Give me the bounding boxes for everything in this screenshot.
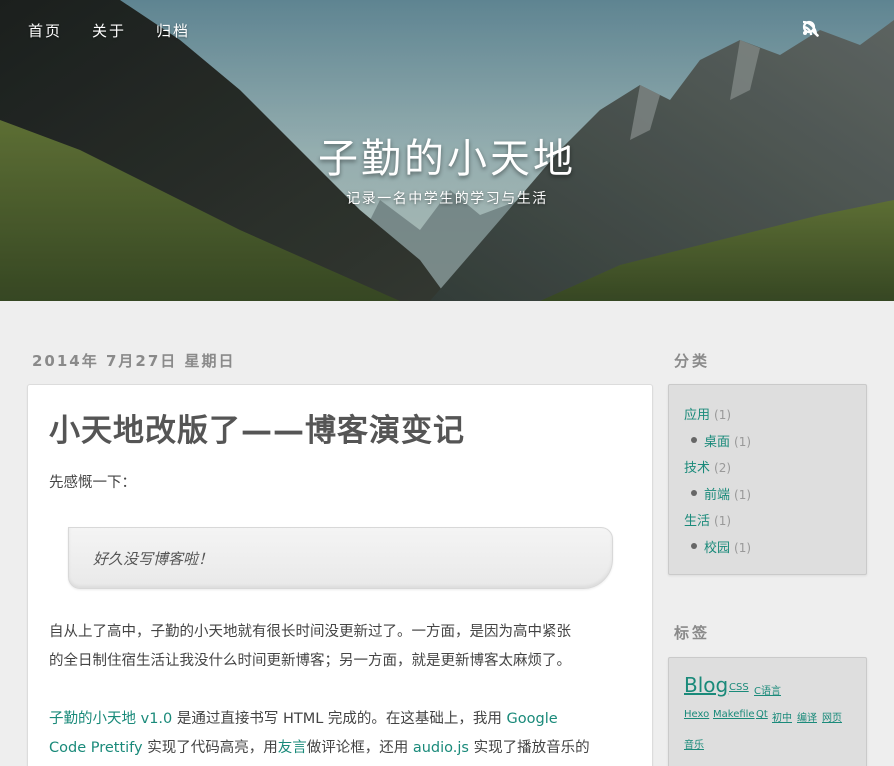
tag-junior-high[interactable]: 初中 <box>772 709 792 724</box>
tag-css[interactable]: CSS <box>729 682 749 693</box>
paragraph-1-line-1: 自从上了高中，子勤的小天地就有很长时间没更新过了。一方面，是因为高中紧张 <box>49 624 571 640</box>
nav-item-about[interactable]: 关于 <box>92 20 126 41</box>
link-blog-v1[interactable]: 子勤的小天地 v1.0 <box>49 711 172 727</box>
category-label[interactable]: 校园 <box>704 541 730 556</box>
category-label[interactable]: 桌面 <box>704 435 730 450</box>
tag-hexo[interactable]: Hexo <box>684 709 709 720</box>
paragraph-1-line-2: 的全日制住宿生活让我没什么时间更新博客；另一方面，就是更新博客太麻烦了。 <box>49 653 571 669</box>
paragraph-2-text-1: 是通过直接书写 HTML 完成的。在这基础上，我用 <box>172 711 507 727</box>
link-audiojs[interactable]: audio.js <box>413 740 469 756</box>
site-subtitle: 记录一名中学生的学习与生活 <box>346 191 548 207</box>
tag-music[interactable]: 音乐 <box>684 736 704 751</box>
category-item-desktop[interactable]: 桌面 (1) <box>704 431 751 450</box>
link-google-code-prettify-1[interactable]: Google <box>507 711 558 727</box>
category-item-apps[interactable]: 应用 (1) <box>684 404 731 423</box>
category-count: (1) <box>734 488 752 502</box>
categories-heading: 分类 <box>674 352 711 370</box>
category-count: (1) <box>734 435 752 449</box>
nav-item-archive[interactable]: 归档 <box>156 20 190 41</box>
bullet-icon <box>691 437 697 443</box>
bullet-icon <box>691 543 697 549</box>
post-intro: 先感慨一下： <box>49 475 136 491</box>
blockquote: 好久没写博客啦！ <box>68 527 613 589</box>
nav-item-home[interactable]: 首页 <box>28 20 62 41</box>
tag-webpage[interactable]: 网页 <box>822 709 842 724</box>
tag-blog[interactable]: Blog <box>684 673 728 697</box>
category-item-tech[interactable]: 技术 (2) <box>684 457 731 476</box>
search-icon[interactable] <box>802 20 866 38</box>
tags-box: Blog CSS C语言 Hexo Makefile Qt 初中 编译 网页 音… <box>668 657 867 766</box>
category-count: (1) <box>734 541 752 555</box>
top-icons <box>802 20 866 38</box>
category-count: (2) <box>714 461 732 475</box>
categories-box: 应用 (1) 桌面 (1) 技术 (2) 前端 (1) 生活 (1) 校园 (1) <box>668 384 867 575</box>
tag-makefile[interactable]: Makefile <box>713 709 755 720</box>
paragraph-2-text-3: 做评论框，还用 <box>306 740 413 756</box>
category-label[interactable]: 前端 <box>704 488 730 503</box>
tag-qt[interactable]: Qt <box>756 709 768 720</box>
post-paragraph-1: 自从上了高中，子勤的小天地就有很长时间没更新过了。一方面，是因为高中紧张 的全日… <box>49 618 629 676</box>
category-item-life[interactable]: 生活 (1) <box>684 510 731 529</box>
link-google-code-prettify-2[interactable]: Code Prettify <box>49 740 143 756</box>
site-title[interactable]: 子勤的小天地 <box>0 126 894 184</box>
tag-compile[interactable]: 编译 <box>797 709 817 724</box>
category-label[interactable]: 生活 <box>684 514 710 529</box>
post-title[interactable]: 小天地改版了——博客演变记 <box>49 405 465 450</box>
category-label[interactable]: 应用 <box>684 408 710 423</box>
bullet-icon <box>691 490 697 496</box>
blockquote-text: 好久没写博客啦！ <box>93 550 214 568</box>
paragraph-2-text-2: 实现了代码高亮，用 <box>142 740 278 756</box>
top-nav: 首页 关于 归档 <box>28 20 190 41</box>
category-item-frontend[interactable]: 前端 (1) <box>704 484 751 503</box>
category-item-campus[interactable]: 校园 (1) <box>704 537 751 556</box>
post-card: 小天地改版了——博客演变记 先感慨一下： 好久没写博客啦！ 自从上了高中，子勤的… <box>27 384 653 766</box>
category-count: (1) <box>714 408 732 422</box>
post-paragraph-2: 子勤的小天地 v1.0 是通过直接书写 HTML 完成的。在这基础上，我用 Go… <box>49 705 629 763</box>
tags-heading: 标签 <box>674 624 711 642</box>
tag-c-language[interactable]: C语言 <box>754 682 781 697</box>
link-youyan[interactable]: 友言 <box>278 740 307 756</box>
header-banner: 首页 关于 归档 子勤的小天地 记录一名中学生的学习与生活 <box>0 0 894 301</box>
paragraph-2-text-4: 实现了播放音乐的 <box>468 740 590 756</box>
category-label[interactable]: 技术 <box>684 461 710 476</box>
post-date: 2014年 7月27日 星期日 <box>32 352 236 370</box>
category-count: (1) <box>714 514 732 528</box>
